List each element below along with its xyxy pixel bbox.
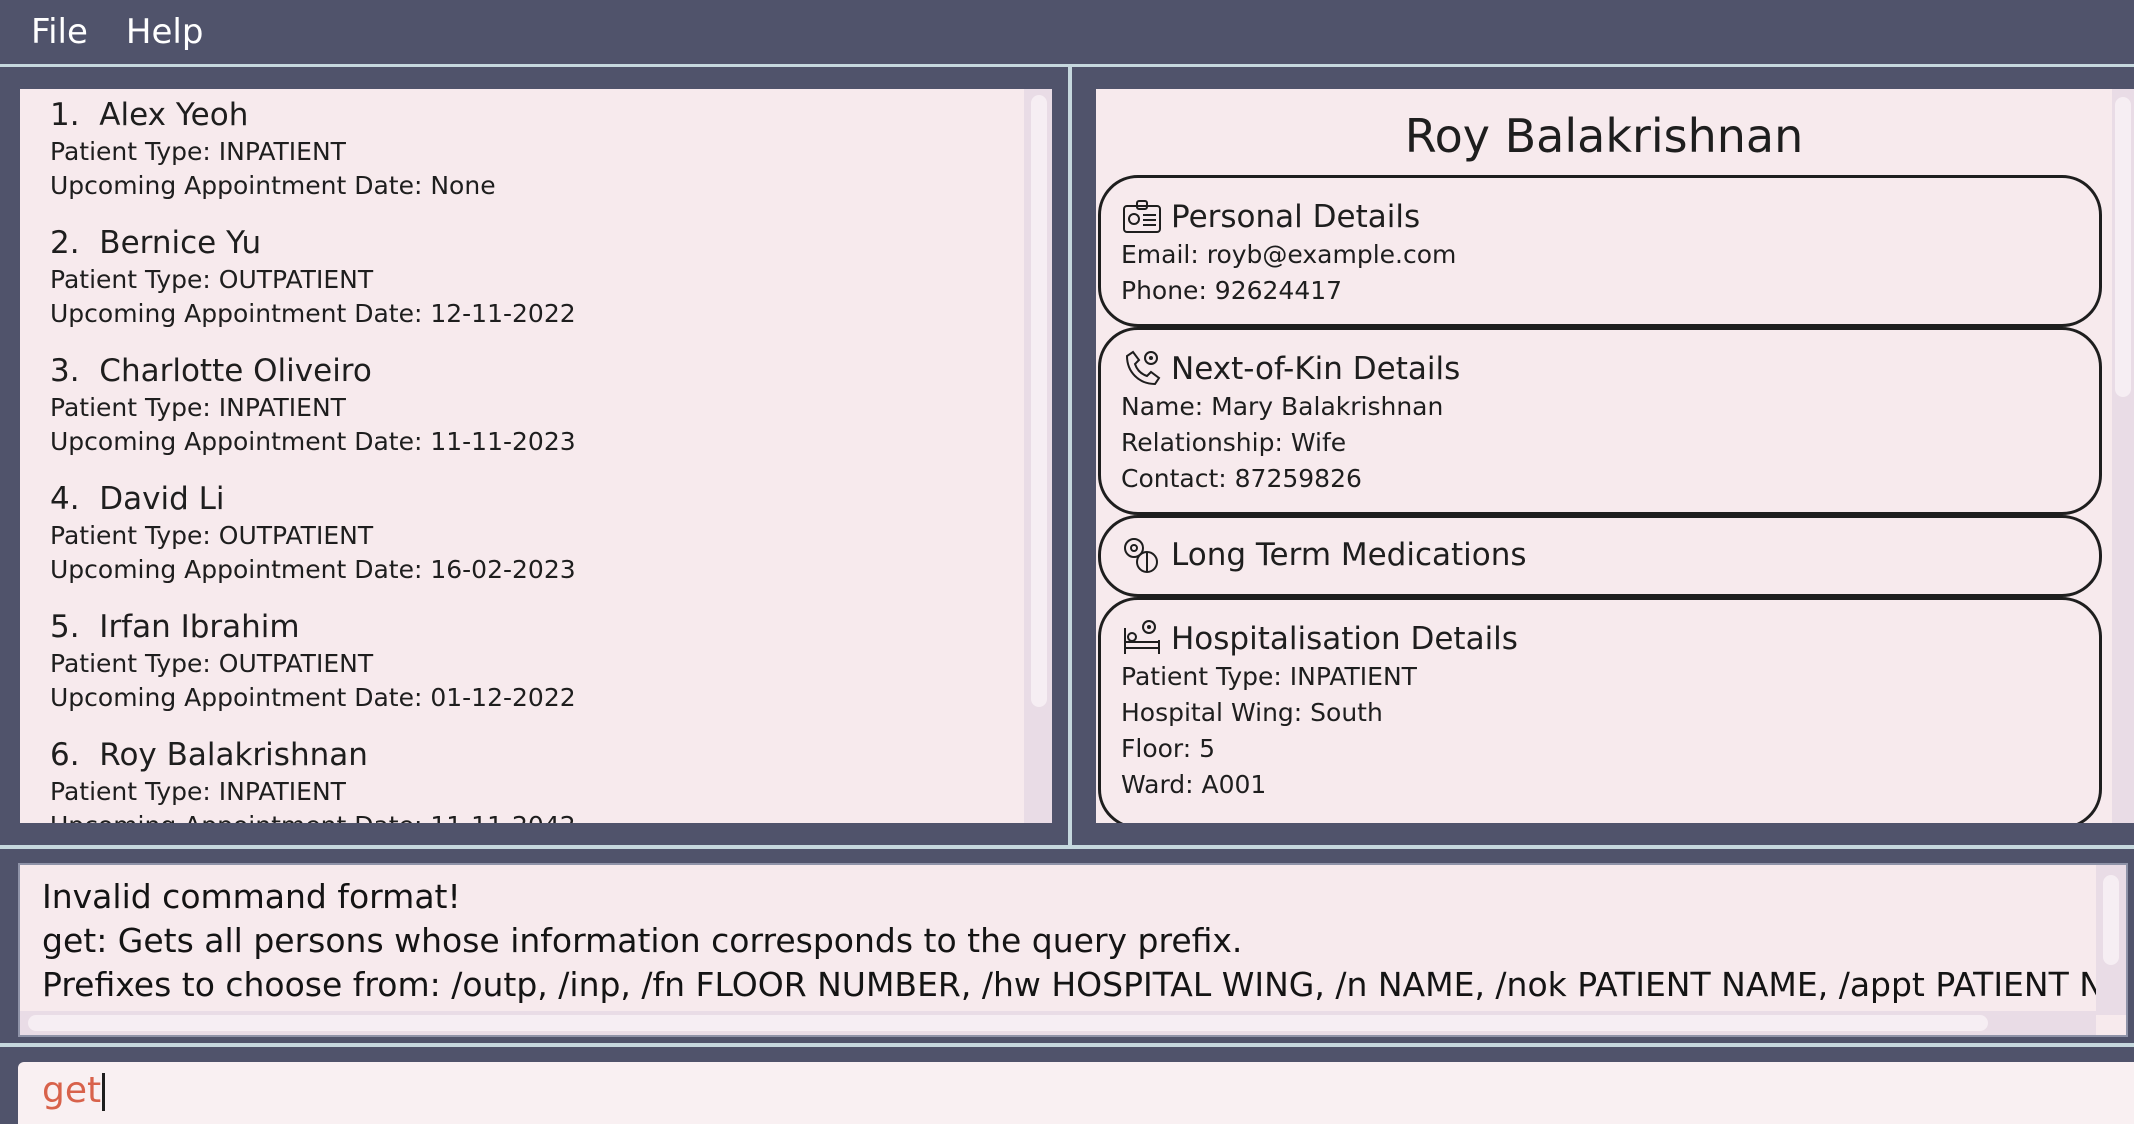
- patient-appointment: Upcoming Appointment Date: 12-11-2022: [50, 299, 576, 328]
- detail-patient-name: Roy Balakrishnan: [1404, 109, 1804, 163]
- patient-name: 5. Irfan Ibrahim: [50, 609, 300, 645]
- patient-name: 1. Alex Yeoh: [50, 97, 249, 133]
- result-text: Invalid command format! get: Gets all pe…: [42, 875, 2128, 1007]
- patient-name: 6. Roy Balakrishnan: [50, 737, 368, 773]
- patient-type: Patient Type: OUTPATIENT: [50, 649, 374, 678]
- command-box[interactable]: get: [18, 1062, 2134, 1124]
- floor-value: Floor: 5: [1121, 734, 1216, 763]
- scrollbar-thumb[interactable]: [1031, 95, 1047, 707]
- result-line-1: Invalid command format!: [42, 877, 461, 916]
- hospitalisation-details-card: Hospitalisation Details Patient Type: IN…: [1098, 597, 2102, 823]
- hospitalisation-details-title: Hospitalisation Details: [1171, 621, 1518, 657]
- patient-card[interactable]: 5. Irfan Ibrahim Patient Type: OUTPATIEN…: [50, 607, 576, 715]
- hospital-bed-icon: [1124, 620, 1160, 654]
- result-display-area: Invalid command format! get: Gets all pe…: [0, 845, 2134, 1047]
- patient-list-pane: 1. Alex Yeoh Patient Type: INPATIENT Upc…: [0, 67, 1072, 845]
- nok-name-value: Name: Mary Balakrishnan: [1121, 392, 1444, 421]
- patient-type: Patient Type: INPATIENT: [50, 777, 346, 806]
- hospital-wing-value: Hospital Wing: South: [1121, 698, 1383, 727]
- ward-value: Ward: A001: [1121, 770, 1267, 799]
- patient-appointment: Upcoming Appointment Date: 11-11-2023: [50, 427, 576, 456]
- result-line-3: Prefixes to choose from: /outp, /inp, /f…: [42, 965, 2128, 1004]
- menu-help[interactable]: Help: [108, 12, 224, 52]
- nok-contact-value: Contact: 87259826: [1121, 464, 1362, 493]
- patient-list[interactable]: 1. Alex Yeoh Patient Type: INPATIENT Upc…: [20, 89, 1052, 823]
- patient-card[interactable]: 1. Alex Yeoh Patient Type: INPATIENT Upc…: [50, 95, 496, 203]
- pills-icon: [1124, 538, 1158, 573]
- result-display: Invalid command format! get: Gets all pe…: [18, 863, 2128, 1037]
- result-line-2: get: Gets all persons whose information …: [42, 921, 1243, 960]
- patient-detail: Roy Balakrishnan Personal Details Email:…: [1096, 89, 2112, 823]
- id-card-icon: [1123, 200, 1161, 233]
- patient-type: Patient Type: INPATIENT: [50, 137, 346, 166]
- long-term-medications-title: Long Term Medications: [1171, 537, 1527, 573]
- menu-file[interactable]: File: [0, 12, 108, 52]
- email-value: Email: royb@example.com: [1121, 240, 1457, 269]
- personal-details-title: Personal Details: [1171, 199, 1421, 235]
- long-term-medications-card: Long Term Medications: [1098, 515, 2102, 597]
- command-input[interactable]: get: [42, 1070, 106, 1111]
- patient-detail-pane: Roy Balakrishnan Personal Details Email:…: [1076, 67, 2134, 845]
- next-of-kin-card: Next-of-Kin Details Name: Mary Balakrish…: [1098, 327, 2102, 515]
- patient-name: 2. Bernice Yu: [50, 225, 262, 261]
- phone-icon: [1125, 350, 1161, 386]
- scrollbar-thumb[interactable]: [2103, 875, 2119, 965]
- hospitalisation-type-value: Patient Type: INPATIENT: [1121, 662, 1417, 691]
- patient-type: Patient Type: INPATIENT: [50, 393, 346, 422]
- patient-appointment: Upcoming Appointment Date: 11-11-2042: [50, 809, 576, 823]
- result-vertical-scrollbar[interactable]: [2096, 865, 2126, 1015]
- patient-card[interactable]: 4. David Li Patient Type: OUTPATIENT Upc…: [50, 479, 576, 587]
- nok-relationship-value: Relationship: Wife: [1121, 428, 1347, 457]
- patient-card[interactable]: 6. Roy Balakrishnan Patient Type: INPATI…: [50, 735, 576, 823]
- scrollbar-thumb[interactable]: [28, 1015, 1988, 1031]
- patient-list-scrollbar[interactable]: [1024, 89, 1052, 823]
- next-of-kin-title: Next-of-Kin Details: [1171, 351, 1461, 387]
- patient-type: Patient Type: OUTPATIENT: [50, 521, 374, 550]
- patient-card[interactable]: 3. Charlotte Oliveiro Patient Type: INPA…: [50, 351, 576, 459]
- patient-card[interactable]: 2. Bernice Yu Patient Type: OUTPATIENT U…: [50, 223, 576, 331]
- patient-appointment: Upcoming Appointment Date: None: [50, 171, 496, 200]
- result-horizontal-scrollbar[interactable]: [20, 1011, 2096, 1035]
- personal-details-card: Personal Details Email: royb@example.com…: [1098, 175, 2102, 327]
- menu-bar: File Help: [0, 0, 2134, 67]
- patient-detail-scrollbar[interactable]: [2112, 89, 2134, 823]
- patient-name: 4. David Li: [50, 481, 225, 517]
- patient-appointment: Upcoming Appointment Date: 16-02-2023: [50, 555, 576, 584]
- scrollbar-thumb[interactable]: [2115, 97, 2131, 397]
- text-caret: [102, 1073, 106, 1111]
- patient-type: Patient Type: OUTPATIENT: [50, 265, 374, 294]
- patient-appointment: Upcoming Appointment Date: 01-12-2022: [50, 683, 576, 712]
- patient-name: 3. Charlotte Oliveiro: [50, 353, 372, 389]
- phone-value: Phone: 92624417: [1121, 276, 1343, 305]
